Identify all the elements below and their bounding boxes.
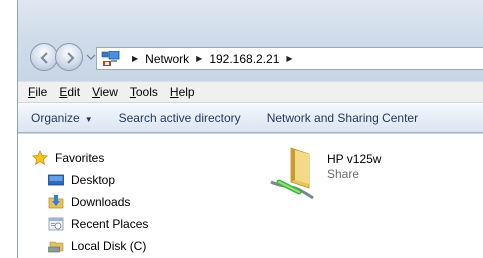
menu-tools[interactable]: Tools [124, 85, 164, 99]
nav-item-label: Recent Places [71, 217, 149, 231]
menu-bar: File Edit View Tools Help [18, 81, 483, 102]
search-active-directory-button[interactable]: Search active directory [119, 111, 241, 125]
content-area: Favorites Desktop Downloads Recent Place… [18, 134, 483, 258]
recent-places-icon [48, 216, 64, 232]
nav-item-label: Desktop [71, 173, 116, 187]
breadcrumb-separator-icon[interactable]: ▶ [286, 54, 292, 63]
back-button[interactable] [30, 43, 58, 71]
menu-help[interactable]: Help [164, 85, 201, 99]
nav-favorites[interactable]: Favorites [31, 148, 105, 168]
share-type: Share [327, 167, 360, 181]
command-bar: Organize ▼ Search active directory Networ… [18, 103, 483, 133]
nav-item-label: Downloads [71, 195, 131, 209]
breadcrumb-separator-icon[interactable]: ▶ [132, 54, 138, 63]
title-bar [18, 0, 483, 35]
menu-edit[interactable]: Edit [53, 85, 86, 99]
shared-folder-icon [270, 147, 314, 200]
downloads-icon [48, 194, 64, 210]
share-name: HP v125w [327, 152, 382, 166]
menu-view[interactable]: View [86, 85, 124, 99]
local-disk-icon [48, 238, 64, 254]
nav-item-local-disk[interactable]: Local Disk (C) [48, 236, 146, 256]
nav-item-label: Local Disk (C) [71, 239, 147, 253]
forward-arrow-icon [67, 52, 75, 64]
star-icon [31, 149, 49, 166]
nav-item-desktop[interactable]: Desktop [48, 170, 115, 190]
nav-favorites-label: Favorites [55, 151, 105, 165]
recent-pages-dropdown[interactable] [86, 52, 96, 62]
back-arrow-icon [40, 52, 48, 64]
menu-file[interactable]: File [22, 85, 53, 99]
forward-button[interactable] [55, 43, 83, 71]
network-sharing-center-button[interactable]: Network and Sharing Center [267, 111, 418, 125]
navigation-bar: ▶ Network ▶ 192.168.2.21 ▶ [18, 36, 483, 80]
nav-item-recent-places[interactable]: Recent Places [48, 214, 148, 234]
share-item[interactable]: HP v125w Share [269, 144, 429, 204]
chevron-down-icon: ▼ [84, 115, 93, 124]
address-bar[interactable]: ▶ Network ▶ 192.168.2.21 ▶ [96, 47, 483, 70]
network-icon[interactable] [101, 50, 121, 67]
nav-item-downloads[interactable]: Downloads [48, 192, 130, 212]
breadcrumb-host[interactable]: 192.168.2.21 [209, 52, 279, 66]
breadcrumb-network[interactable]: Network [145, 52, 189, 66]
breadcrumb-separator-icon[interactable]: ▶ [196, 54, 202, 63]
navigation-pane: Favorites Desktop Downloads Recent Place… [18, 134, 253, 258]
desktop-icon [48, 172, 64, 188]
organize-button[interactable]: Organize ▼ [31, 111, 93, 125]
